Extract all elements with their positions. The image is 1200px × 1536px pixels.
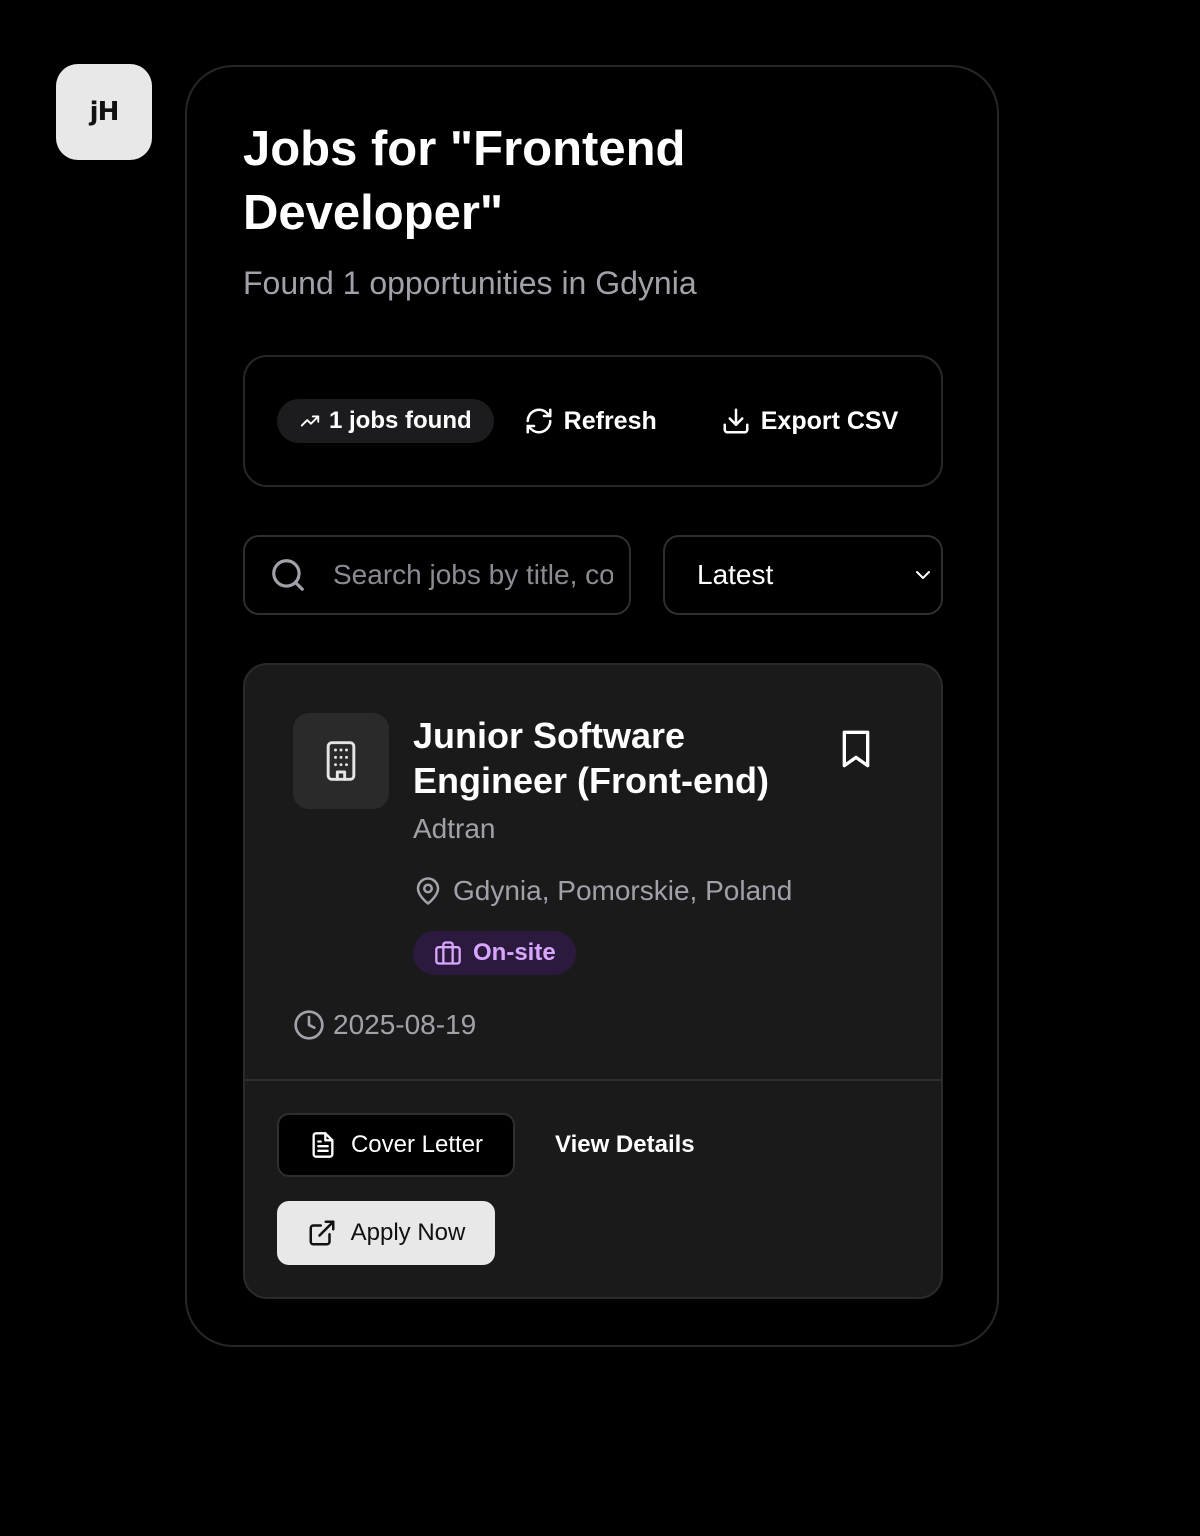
sort-select[interactable]: Latest <box>663 535 943 615</box>
file-text-icon <box>309 1130 337 1160</box>
jobs-found-badge: 1 jobs found <box>277 399 494 443</box>
briefcase-icon <box>433 939 463 967</box>
building-icon <box>319 739 363 783</box>
work-type-label: On-site <box>473 939 556 966</box>
jobs-found-label: 1 jobs found <box>329 407 472 434</box>
search-icon <box>269 556 307 594</box>
bookmark-icon <box>839 729 873 769</box>
export-csv-label: Export CSV <box>760 406 899 435</box>
posted-date: 2025-08-19 <box>293 1009 476 1041</box>
apply-now-label: Apply Now <box>350 1219 466 1246</box>
app-logo[interactable]: jH <box>56 64 152 160</box>
search-input[interactable] <box>333 559 613 591</box>
refresh-icon <box>524 406 554 436</box>
bookmark-button[interactable] <box>839 729 873 769</box>
clock-icon <box>293 1009 325 1041</box>
work-type-badge: On-site <box>413 931 576 975</box>
posted-date-label: 2025-08-19 <box>333 1009 477 1040</box>
company-logo <box>293 713 389 809</box>
external-link-icon <box>307 1218 337 1248</box>
results-toolbar: 1 jobs found Refresh Export CSV <box>243 355 943 487</box>
chevron-down-icon <box>911 563 935 587</box>
cover-letter-button[interactable]: Cover Letter <box>277 1113 515 1177</box>
trending-up-icon <box>299 410 321 432</box>
download-icon <box>721 406 751 436</box>
app-logo-text: jH <box>89 97 120 127</box>
job-location: Gdynia, Pomorskie, Poland <box>413 875 792 907</box>
export-csv-button[interactable]: Export CSV <box>721 406 899 436</box>
cover-letter-label: Cover Letter <box>350 1131 484 1158</box>
search-box <box>243 535 631 615</box>
apply-now-button[interactable]: Apply Now <box>277 1201 495 1265</box>
job-location-label: Gdynia, Pomorskie, Poland <box>453 875 793 906</box>
page-subtitle: Found 1 opportunities in Gdynia <box>243 265 697 301</box>
job-title[interactable]: Junior Software Engineer (Front-end) <box>413 713 813 803</box>
job-card: Junior Software Engineer (Front-end) Adt… <box>243 663 943 1299</box>
page-title: Jobs for "Frontend Developer" <box>243 122 686 240</box>
company-name: Adtran <box>413 813 496 844</box>
card-divider <box>245 1079 941 1081</box>
sort-selected-value: Latest <box>697 559 774 590</box>
view-details-button[interactable]: View Details <box>535 1113 715 1177</box>
refresh-button[interactable]: Refresh <box>524 406 657 436</box>
refresh-label: Refresh <box>563 406 657 435</box>
jobs-panel: Jobs for "Frontend Developer" Found 1 op… <box>185 65 999 1347</box>
map-pin-icon <box>413 876 443 906</box>
